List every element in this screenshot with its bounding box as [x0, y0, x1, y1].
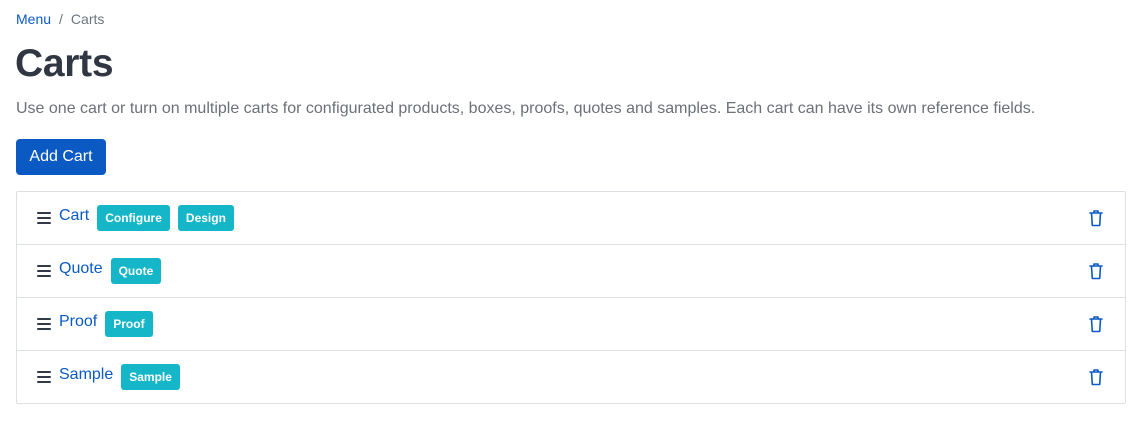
cart-badge: Sample	[121, 364, 180, 390]
cart-badge: Design	[177, 205, 234, 231]
page-description: Use one cart or turn on multiple carts f…	[16, 100, 1036, 117]
drag-handle-icon[interactable]	[37, 371, 51, 383]
carts-page: Menu / Carts Carts Use one cart or turn …	[0, 0, 1145, 421]
cart-badge: Configure	[97, 205, 170, 231]
cart-name-link[interactable]: Sample	[59, 365, 113, 385]
cart-badge: Quote	[110, 258, 162, 284]
cart-name-link[interactable]: Proof	[59, 312, 97, 332]
cart-name-link[interactable]: Cart	[59, 206, 89, 226]
drag-handle-icon[interactable]	[37, 318, 51, 330]
breadcrumb: Menu / Carts	[16, 10, 104, 28]
cart-name-link[interactable]: Quote	[59, 259, 103, 279]
trash-icon[interactable]	[1088, 209, 1104, 227]
trash-icon[interactable]	[1088, 262, 1104, 280]
drag-handle-icon[interactable]	[37, 265, 51, 277]
cart-badge: Proof	[105, 311, 153, 337]
drag-handle-icon[interactable]	[37, 212, 51, 224]
cart-row-quote: Quote Quote	[17, 245, 1125, 298]
trash-icon[interactable]	[1088, 315, 1104, 333]
page-title: Carts	[15, 42, 114, 85]
cart-row-sample: Sample Sample	[17, 351, 1125, 403]
cart-list: Cart Configure Design Quote Quote Proof …	[16, 191, 1126, 404]
cart-row-cart: Cart Configure Design	[17, 192, 1125, 245]
breadcrumb-menu-link[interactable]: Menu	[16, 10, 51, 28]
breadcrumb-separator: /	[59, 11, 63, 27]
add-cart-button[interactable]: Add Cart	[16, 139, 106, 175]
breadcrumb-current: Carts	[70, 11, 105, 27]
cart-row-proof: Proof Proof	[17, 298, 1125, 351]
trash-icon[interactable]	[1088, 368, 1104, 386]
